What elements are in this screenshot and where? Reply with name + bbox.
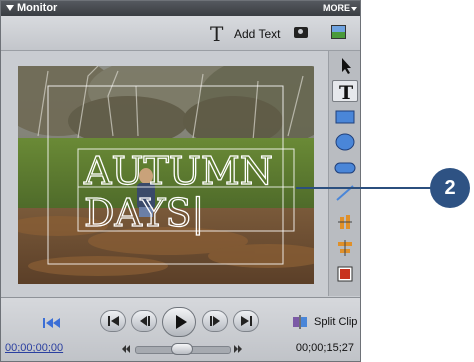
preview-frame: AUTUMN DAYS| (18, 66, 314, 284)
go-to-previous-edit-button[interactable] (100, 310, 126, 332)
add-text-button[interactable]: Add Text (234, 27, 280, 41)
step-back-icon (140, 316, 150, 326)
shuttle-slider[interactable] (121, 343, 243, 355)
title-line-2[interactable]: DAYS| (83, 190, 205, 235)
arrow-icon (342, 58, 351, 74)
current-timecode[interactable]: 00;00;00;00 (5, 342, 63, 354)
ellipse-icon (335, 133, 355, 151)
rectangle-tool[interactable] (332, 106, 358, 128)
callout-badge: 2 (430, 168, 470, 208)
color-tool[interactable] (332, 263, 358, 285)
ellipse-tool[interactable] (332, 131, 358, 153)
shuttle-forward-icon (234, 345, 242, 353)
previous-edit-icon (108, 316, 119, 326)
line-tool[interactable] (332, 182, 358, 204)
play-button[interactable] (162, 307, 196, 337)
step-back-button[interactable] (131, 310, 157, 332)
horizontal-align-tool[interactable] (332, 237, 358, 259)
rounded-rectangle-tool[interactable] (332, 157, 358, 179)
type-icon: T (339, 82, 353, 104)
go-to-next-edit-button[interactable] (233, 310, 259, 332)
split-clip-button[interactable]: Split Clip (314, 316, 357, 328)
vertical-align-tool[interactable] (332, 211, 358, 233)
trees-backdrop (18, 66, 314, 146)
video-preview[interactable]: AUTUMN DAYS| (18, 66, 314, 284)
rounded-rect-icon (334, 162, 356, 174)
step-forward-button[interactable] (202, 310, 228, 332)
callout-leader-line (296, 187, 432, 189)
play-icon (176, 315, 187, 329)
selection-tool[interactable] (332, 55, 358, 77)
add-text-icon[interactable]: T (210, 24, 223, 44)
transport-bar: Split Clip 00;00;00;00 00;00;15;27 (1, 297, 360, 361)
step-forward-icon (210, 316, 220, 326)
shuttle-rewind-icon (122, 345, 130, 353)
horizontal-align-icon (338, 240, 352, 256)
type-tool[interactable]: T (332, 80, 358, 104)
title-tools-palette: T (328, 51, 360, 296)
collapse-triangle-icon[interactable] (6, 5, 14, 11)
shuttle-knob[interactable] (171, 343, 193, 355)
go-to-start-icon[interactable] (42, 317, 62, 329)
monitor-panel: Monitor MORE T Add Text AUTUMN DAYS| T S… (0, 0, 361, 362)
duration-timecode: 00;00;15;27 (295, 342, 354, 354)
vertical-align-icon (338, 215, 352, 229)
title-line-1[interactable]: AUTUMN (82, 148, 273, 193)
line-icon (336, 185, 354, 201)
split-clip-icon[interactable] (292, 314, 308, 330)
color-swatch-icon (337, 266, 353, 282)
panel-title: Monitor (17, 2, 58, 14)
camera-icon[interactable] (294, 27, 308, 38)
rectangle-icon (335, 110, 355, 124)
more-dropdown-icon[interactable] (351, 7, 357, 11)
monitor-toolbar: T Add Text (1, 16, 360, 51)
image-icon[interactable] (331, 25, 346, 39)
more-button[interactable]: MORE (323, 1, 350, 16)
svg-text:T: T (339, 82, 353, 103)
monitor-title-bar: Monitor MORE (1, 1, 360, 16)
next-edit-icon (241, 316, 252, 326)
